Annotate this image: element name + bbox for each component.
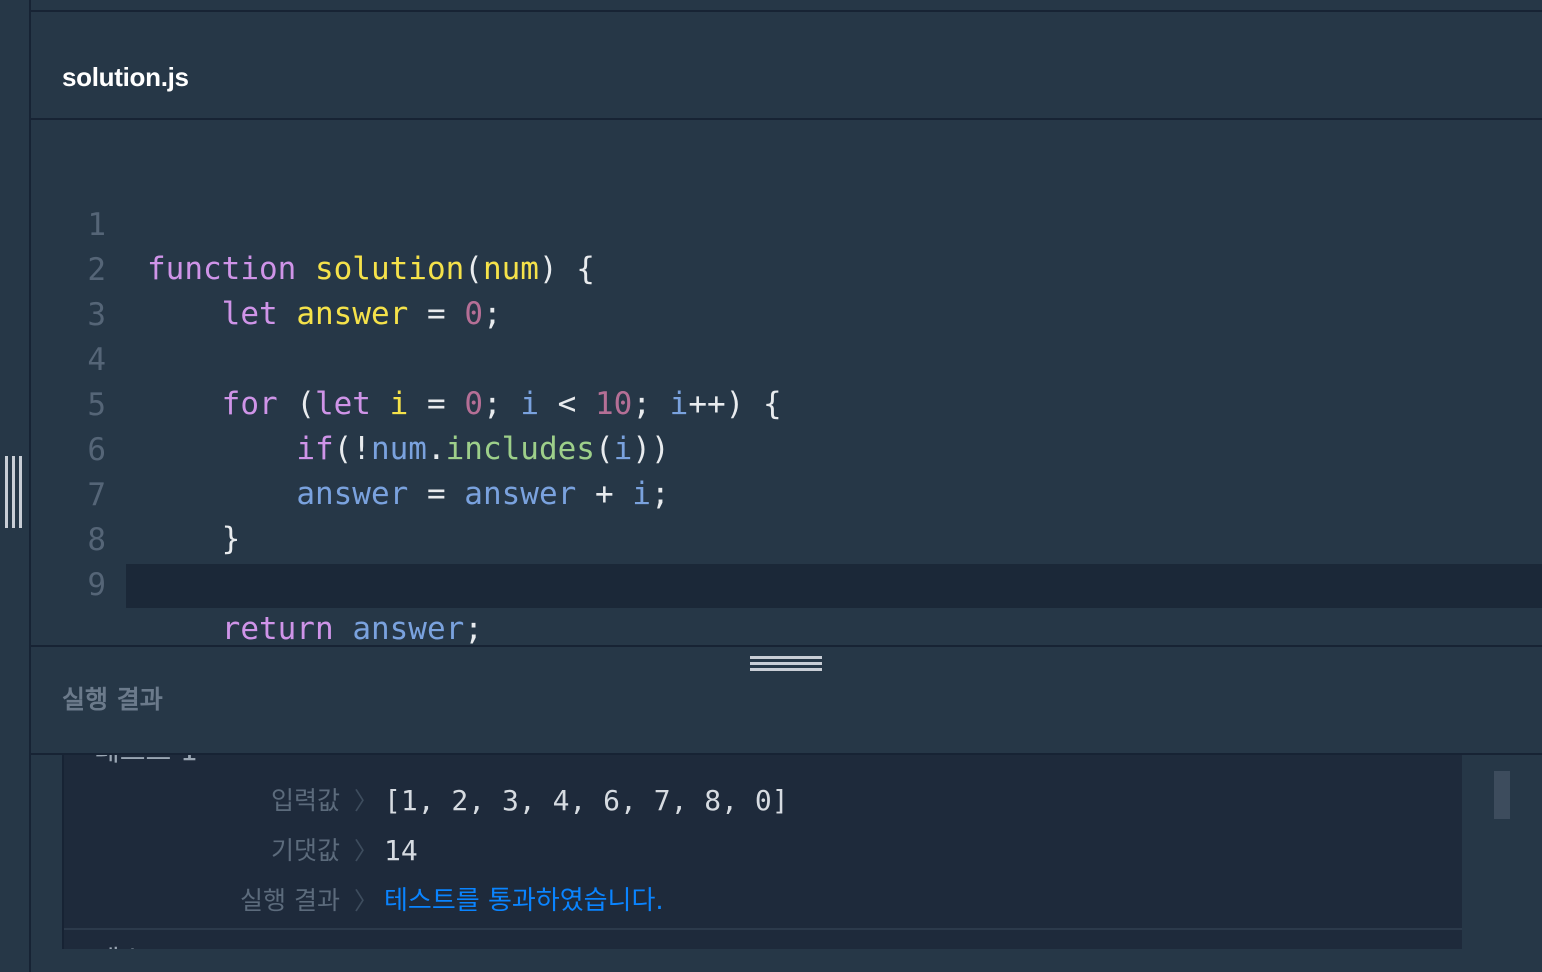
file-title: solution.js (62, 62, 189, 92)
chevron-right-icon: 〉 (354, 787, 378, 815)
test-case-separator (64, 928, 1462, 930)
code-line[interactable]: 6 answer = answer + i; (31, 384, 1542, 512)
code-line[interactable]: 5 if(!num.includes(i)) (31, 339, 1542, 467)
result-row-input: 입력값 〉 [1, 2, 3, 4, 6, 7, 8, 0] (64, 779, 1462, 823)
result-row-expected: 기댓값 〉 14 (64, 829, 1462, 873)
result-pass-message: 테스트를 통과하였습니다. (384, 886, 664, 916)
results-title: 실행 결과 (62, 685, 163, 714)
code-line[interactable]: 4 for (let i = 0; i < 10; i++) { (31, 294, 1542, 422)
result-value: 14 (384, 834, 418, 867)
result-row-outcome: 실행 결과 〉 테스트를 통과하였습니다. (64, 879, 1462, 923)
results-panel[interactable]: 테스트 1 입력값 〉 [1, 2, 3, 4, 6, 7, 8, 0] 기댓값… (62, 755, 1464, 949)
results-scrollbar-thumb[interactable] (1494, 771, 1510, 819)
code-line[interactable]: 1 function solution(num) { (31, 159, 1542, 287)
result-label: 기댓값 (270, 836, 340, 865)
result-label: 실행 결과 (240, 886, 340, 915)
top-border (0, 0, 1542, 12)
chevron-right-icon: 〉 (354, 837, 378, 865)
code-editor-page: solution.js 1 function solution(num) { 2… (0, 0, 1542, 972)
code-line[interactable]: 7 } (31, 429, 1542, 557)
vertical-resize-handle[interactable] (3, 456, 23, 528)
code-line[interactable]: 2 let answer = 0; (31, 204, 1542, 332)
file-header: solution.js (31, 12, 1542, 120)
test-case-label-partial: 테스트 2 (94, 939, 198, 949)
horizontal-resize-handle[interactable] (750, 654, 822, 674)
code-line[interactable]: 3 (31, 249, 1542, 333)
test-case-label-partial: 테스트 1 (94, 755, 198, 769)
code-line[interactable]: 8 (31, 474, 1542, 558)
result-value: [1, 2, 3, 4, 6, 7, 8, 0] (384, 784, 789, 817)
result-label: 입력값 (270, 786, 340, 815)
code-editor[interactable]: 1 function solution(num) { 2 let answer … (31, 120, 1542, 736)
code-line[interactable]: 9 return answer; (31, 519, 1542, 647)
bottom-strip (31, 949, 1542, 972)
chevron-right-icon: 〉 (354, 887, 378, 915)
active-line-highlight (126, 564, 1542, 608)
code-line-active[interactable]: 10 } (31, 564, 1542, 736)
